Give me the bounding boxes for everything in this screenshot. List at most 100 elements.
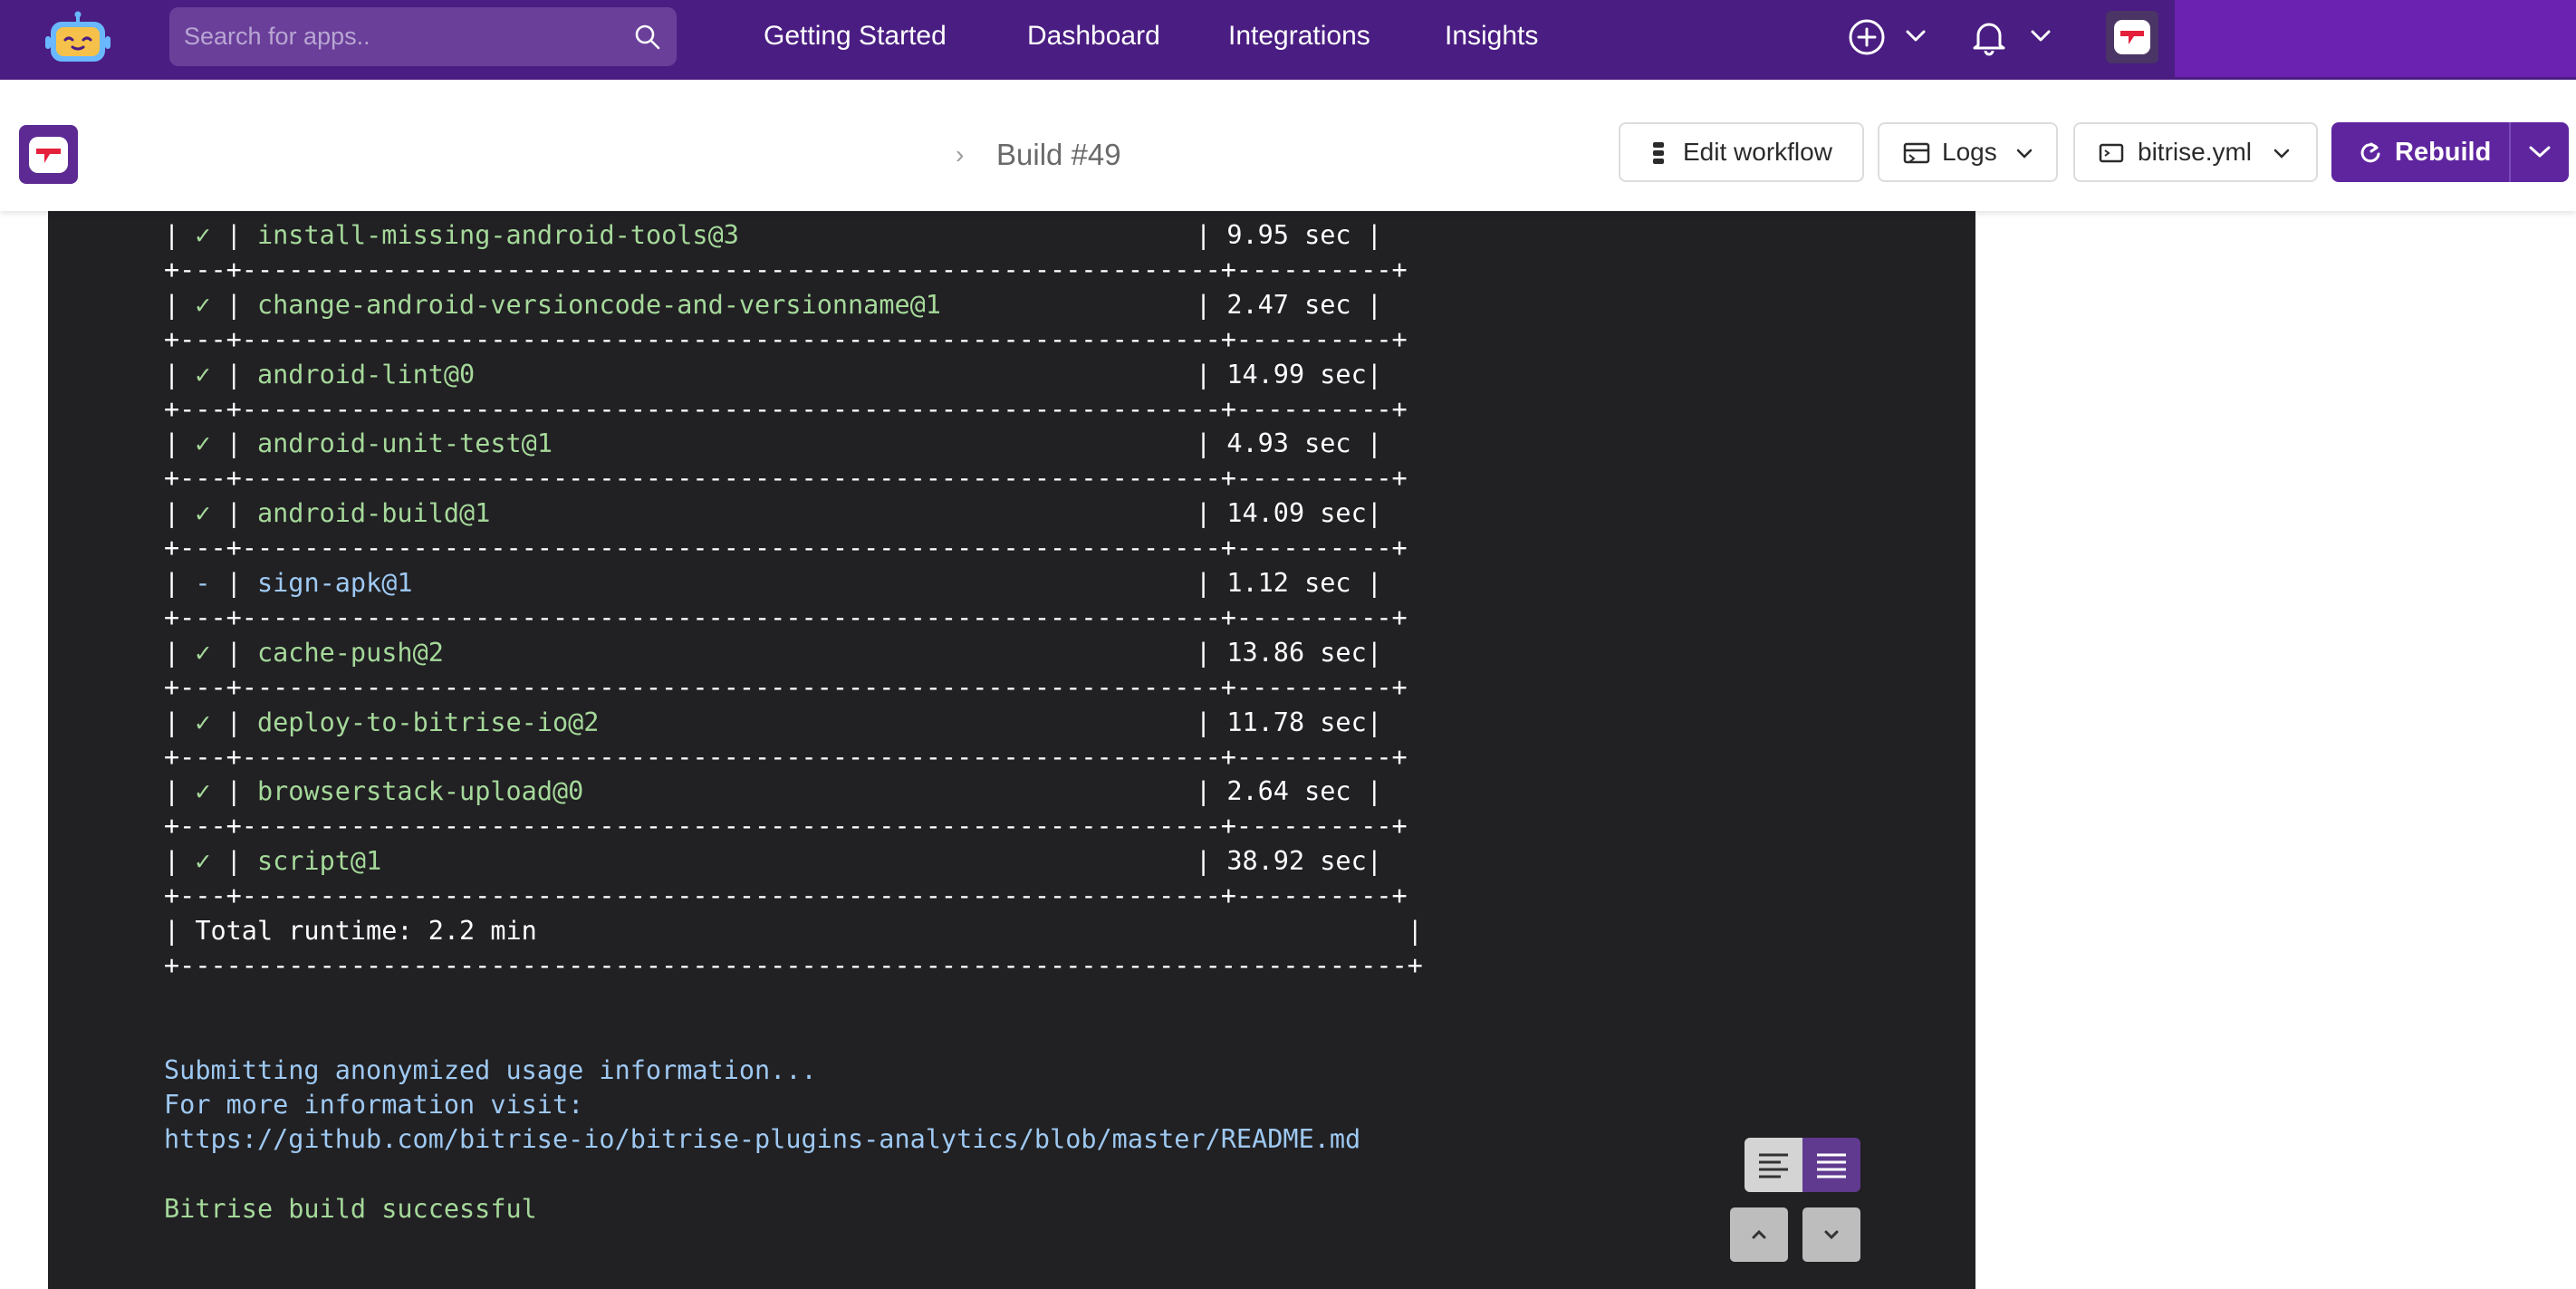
chevron-down-icon [1824,1230,1839,1240]
log-pipe: | [210,637,257,668]
log-total-runtime: | Total runtime: 2.2 min | [164,916,1423,946]
search-input[interactable]: Search for apps.. [184,7,370,66]
log-pipe: | [210,220,257,250]
log-step-name: change-android-versioncode-and-versionna… [256,289,941,320]
rebuild-divider [2509,122,2511,182]
log-step-status: ✓ [195,776,211,807]
log-table-separator: +---+-----------------------------------… [164,393,1408,424]
log-pipe: | [164,846,196,877]
workflow-icon [1653,142,1664,164]
log-build-successful: Bitrise build successful [164,1194,537,1224]
log-pipe: | [164,637,196,668]
nav-right-strip [2175,0,2576,77]
log-step-status: ✓ [195,637,211,668]
log-step-duration: | 4.93 sec | [1196,428,1382,459]
top-navigation-bar: Search for apps.. Getting Started Dashbo… [0,0,2576,80]
bitrise-yml-chevron-down-icon [2273,149,2290,159]
log-step-name: cache-push@2 [256,637,444,668]
log-step-row: | ✓ | browserstack-upload@0 [164,774,583,810]
log-pipe: | [164,428,196,459]
log-step-status: ✓ [195,498,211,529]
terminal-icon [2099,143,2124,163]
logs-icon [1903,142,1930,164]
log-step-duration: | 14.09 sec| [1196,498,1382,529]
bitrise-yml-label: bitrise.yml [2138,138,2253,166]
nav-link-integrations[interactable]: Integrations [1228,0,1370,72]
chevron-up-icon [1752,1229,1766,1239]
log-table-separator: +---+-----------------------------------… [164,323,1408,354]
log-step-row: | ✓ | deploy-to-bitrise-io@2 [164,705,599,741]
log-step-duration: | 9.95 sec | [1196,220,1382,250]
logs-label: Logs [1942,138,1997,166]
edit-workflow-button[interactable]: Edit workflow [1619,122,1864,182]
search-icon[interactable] [633,23,662,52]
nav-link-dashboard[interactable]: Dashboard [1027,0,1160,72]
log-step-name: sign-apk@1 [256,568,413,598]
logs-chevron-down-icon [2016,149,2033,159]
log-step-name: script@1 [256,846,382,877]
rebuild-button[interactable]: Rebuild [2331,122,2569,182]
log-step-name: android-lint@0 [256,359,476,390]
rebuild-options-chevron-down-icon[interactable] [2527,145,2552,159]
avatar-logo-icon [2120,31,2144,44]
build-header: › Build #49 Edit workflow Logs bitrise.y… [0,80,2576,211]
log-table-separator: +---+-----------------------------------… [164,741,1408,772]
log-step-duration: | 14.99 sec| [1196,359,1382,390]
log-step-name: android-build@1 [256,498,491,529]
log-table-separator: +---+-----------------------------------… [164,811,1408,842]
log-step-status: - [195,568,211,598]
log-table-separator: +---+-----------------------------------… [164,533,1408,563]
log-step-status: ✓ [195,707,211,737]
log-step-row: | ✓ | android-unit-test@1 [164,426,553,462]
log-step-duration: | 11.78 sec| [1196,707,1382,737]
log-table-separator: +---+-----------------------------------… [164,463,1408,494]
log-pipe: | [210,289,257,320]
log-step-row: | ✓ | cache-push@2 [164,635,444,671]
log-step-duration: | 1.12 sec | [1196,568,1382,598]
log-step-row: | ✓ | script@1 [164,843,381,880]
log-pipe: | [164,498,196,529]
log-step-duration: | 2.64 sec | [1196,776,1382,807]
bitrise-logo[interactable] [45,11,111,65]
log-step-status: ✓ [195,289,211,320]
align-justify-icon [1817,1153,1846,1178]
scroll-to-top-button[interactable] [1730,1207,1788,1262]
build-log-terminal[interactable]: | ✓ | install-missing-android-tools@3 | 9… [48,211,1975,1289]
app-logo-icon [36,149,61,163]
log-step-row: | ✓ | change-android-versioncode-and-ver… [164,287,941,323]
scroll-to-bottom-button[interactable] [1802,1207,1860,1262]
log-pipe: | [210,498,257,529]
log-step-status: ✓ [195,359,211,390]
add-icon[interactable] [1848,18,1886,56]
log-table-separator: +---+-----------------------------------… [164,602,1408,632]
bitrise-yml-dropdown-button[interactable]: bitrise.yml [2073,122,2318,182]
view-compact-option[interactable] [1745,1138,1802,1192]
log-step-duration: | 13.86 sec| [1196,637,1382,668]
notifications-chevron-down-icon[interactable] [2029,27,2052,45]
logs-dropdown-button[interactable]: Logs [1878,122,2058,182]
nav-link-getting-started[interactable]: Getting Started [764,0,947,72]
log-pipe: | [210,776,257,807]
log-pipe: | [164,289,196,320]
add-chevron-down-icon[interactable] [1904,27,1927,45]
log-view-toggle [1745,1138,1860,1192]
breadcrumb-chevron-icon: › [956,140,965,168]
app-icon[interactable] [19,125,78,184]
user-avatar[interactable] [2106,11,2158,63]
log-step-row: | ✓ | android-build@1 [164,495,490,532]
log-step-status: ✓ [195,220,211,250]
log-step-row: | ✓ | install-missing-android-tools@3 [164,217,739,254]
align-left-icon [1759,1153,1788,1178]
log-table-separator: +---+-----------------------------------… [164,255,1408,284]
log-table-bottom-border: +---------------------------------------… [164,950,1423,980]
log-step-status: ✓ [195,428,211,459]
view-full-option[interactable] [1802,1138,1860,1192]
log-step-status: ✓ [195,846,211,877]
log-readme-link: https://github.com/bitrise-io/bitrise-pl… [164,1124,1361,1154]
log-pipe: | [164,707,196,737]
nav-link-insights[interactable]: Insights [1445,0,1538,72]
log-step-duration: | 38.92 sec| [1196,846,1382,877]
log-step-name: browserstack-upload@0 [256,776,584,807]
notifications-bell-icon[interactable] [1971,18,2007,56]
search-bar[interactable]: Search for apps.. [169,7,677,66]
